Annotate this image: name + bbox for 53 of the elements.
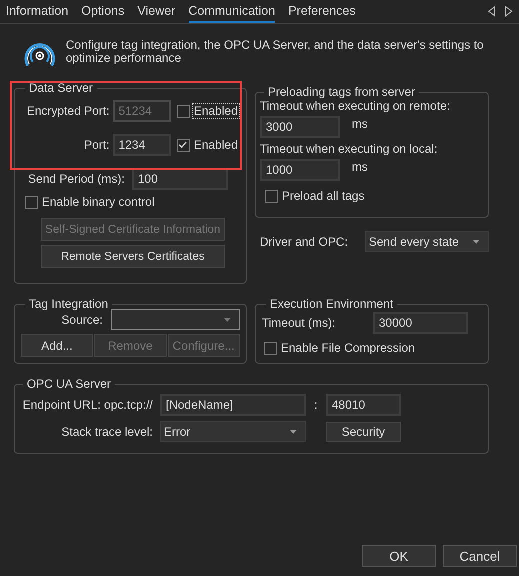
field-label: Timeout when executing on remote:: [260, 99, 452, 113]
timeout-field[interactable]: 30000: [373, 312, 468, 334]
scroll-left-icon[interactable]: [488, 6, 496, 17]
stack-trace-dropdown[interactable]: Error: [160, 421, 306, 442]
binary-control-checkbox[interactable]: [25, 196, 38, 208]
group-title: Data Server: [28, 81, 94, 95]
separator-text: :: [313, 398, 319, 412]
field-label: Send Period (ms):: [27, 172, 125, 186]
checkbox-label: Preload all tags: [281, 188, 366, 204]
field-label: Timeout (ms):: [262, 316, 336, 330]
group-title: Execution Environment: [269, 297, 394, 311]
checkbox-label: Enable binary control: [41, 194, 156, 210]
port-field[interactable]: 48010: [326, 394, 401, 416]
group-title: Tag Integration: [28, 297, 110, 311]
preload-checkbox[interactable]: [265, 190, 278, 202]
checkbox-label: Enable File Compression: [280, 340, 416, 356]
field-label: Driver and OPC:: [260, 234, 348, 248]
source-dropdown[interactable]: [111, 309, 240, 330]
tab[interactable]: Information: [6, 0, 69, 23]
field-label: Stack trace level:: [60, 424, 153, 438]
caret-icon[interactable]: [224, 318, 231, 322]
send-period-field[interactable]: 100: [132, 168, 228, 190]
cancel-button[interactable]: Cancel: [443, 545, 517, 567]
timeout-field[interactable]: 1000: [260, 159, 340, 181]
field-label: Port:: [83, 138, 110, 152]
description-text: Configure tag integration, the OPC UA Server, and the data server's settings to optimize performance: [66, 39, 485, 65]
driver-dropdown[interactable]: Send every state: [365, 231, 489, 252]
timeout-field[interactable]: 3000: [260, 116, 340, 138]
group-title: OPC UA Server: [26, 377, 112, 391]
tab[interactable]: Viewer: [138, 0, 176, 23]
field-label: Endpoint URL: opc.tcp://: [22, 398, 153, 412]
caret-icon[interactable]: [290, 430, 297, 434]
field-label: Encrypted Port:: [26, 104, 110, 118]
caret-icon[interactable]: [473, 240, 480, 244]
checkbox-label: Enabled: [192, 103, 240, 119]
certificate-button[interactable]: Remote Servers Certificates: [41, 245, 225, 268]
tab[interactable]: Preferences: [288, 0, 356, 23]
checkbox-label: Enabled: [192, 137, 239, 153]
unit-label: ms: [352, 160, 368, 174]
field-label: Timeout when executing on local:: [260, 142, 439, 156]
scroll-right-icon[interactable]: [505, 6, 513, 17]
security-button[interactable]: Security: [326, 422, 401, 442]
enabled-checkbox[interactable]: [176, 138, 190, 152]
tab[interactable]: Communication: [188, 0, 276, 23]
group-title: Preloading tags from server: [267, 85, 416, 99]
port-field[interactable]: 1234: [112, 134, 171, 156]
ok-button[interactable]: OK: [362, 545, 436, 567]
tab[interactable]: Options: [82, 0, 125, 23]
unit-label: ms: [352, 117, 368, 131]
tag-button[interactable]: Add...: [21, 334, 94, 357]
field-label: Source:: [62, 312, 103, 326]
node-name-field[interactable]: [NodeName]: [160, 394, 306, 416]
compression-checkbox[interactable]: [264, 342, 277, 354]
